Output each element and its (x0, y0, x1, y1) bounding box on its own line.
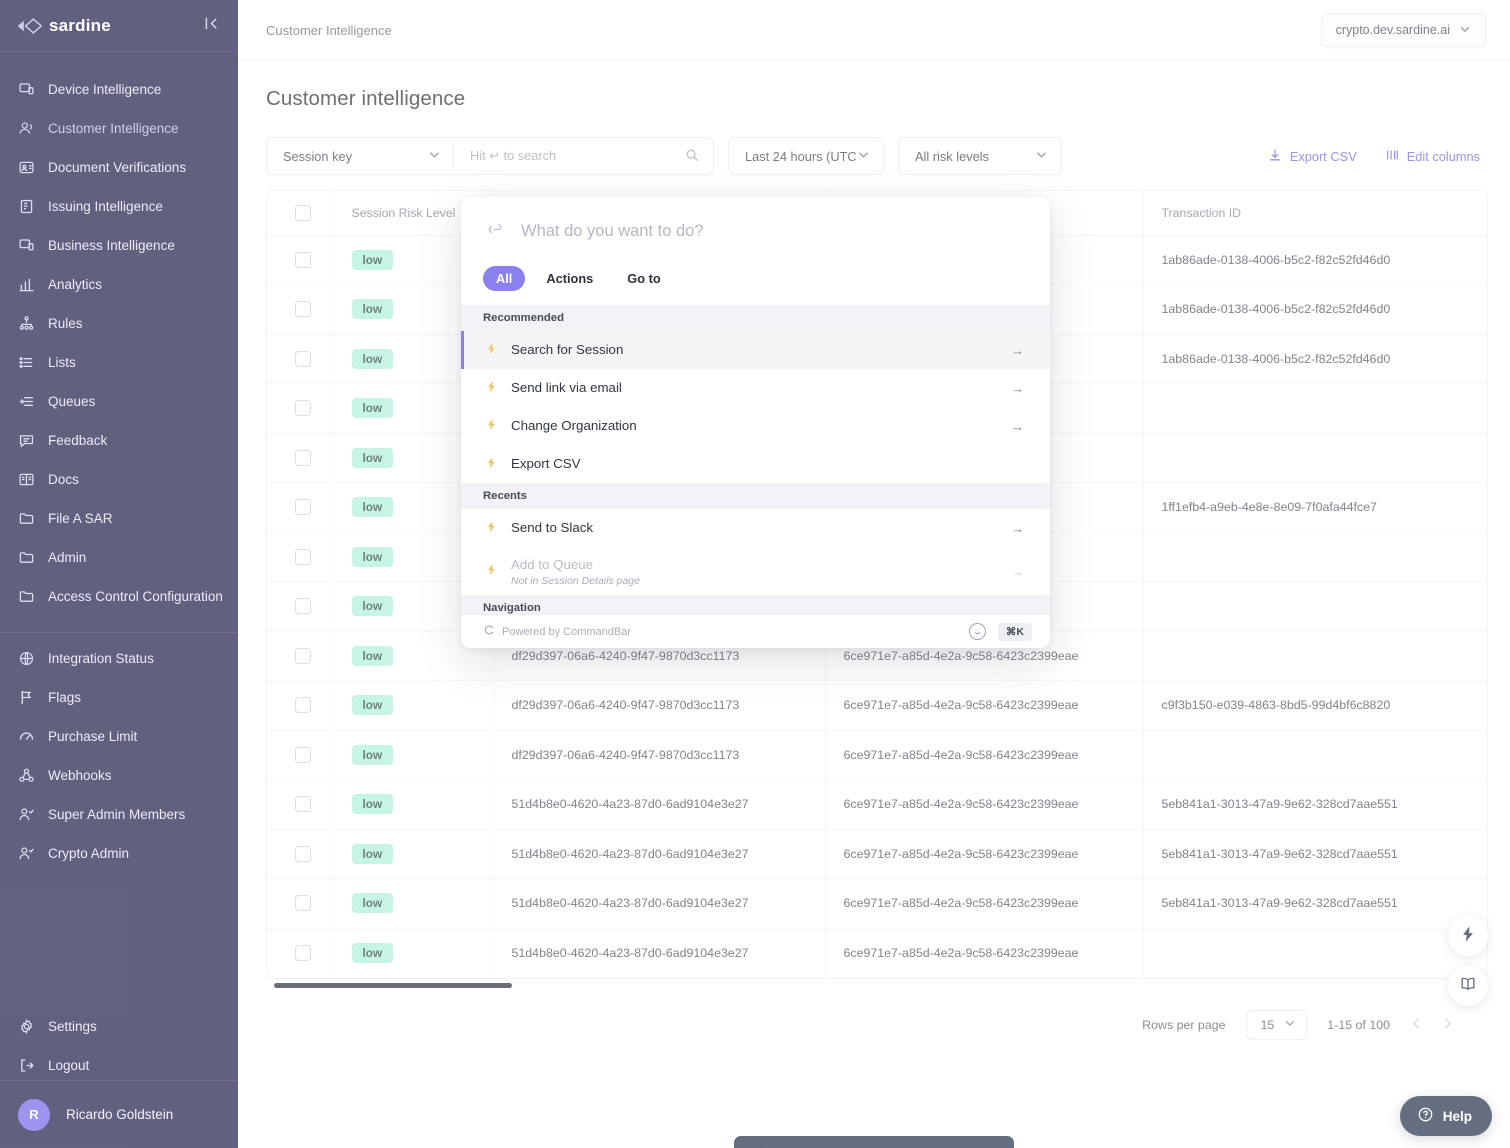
bolt-icon (483, 380, 499, 396)
app-root: sardine Device Intelligence Customer Int… (0, 0, 1510, 1148)
command-palette-item[interactable]: Send link via email → (461, 369, 1050, 407)
bolt-icon (483, 342, 499, 358)
bolt-icon (483, 456, 499, 472)
command-palette-section-header: Recents (461, 483, 1050, 509)
command-palette-item: Add to Queue Not in Session Details page → (461, 547, 1050, 595)
arrow-right-icon: → (1011, 418, 1024, 434)
command-palette-item-text: Change Organization (511, 417, 637, 435)
command-palette-section-header: Navigation (461, 595, 1050, 614)
command-palette-item-text: Add to Queue Not in Session Details page (511, 556, 640, 587)
command-palette-tabs: All Actions Go to (461, 266, 1050, 305)
command-palette-footer-actions: ⌘K (968, 622, 1032, 641)
command-palette-item-text: Send to Slack (511, 519, 593, 537)
command-palette-input-row[interactable]: What do you want to do? (461, 197, 1050, 266)
command-palette-item[interactable]: Export CSV (461, 445, 1050, 483)
command-palette-results: Recommended Search for Session → Send link … (461, 305, 1050, 614)
command-palette-item-text: Export CSV (511, 455, 580, 473)
command-icon (487, 221, 504, 243)
arrow-right-icon: → (1011, 342, 1024, 358)
command-palette-section-header: Recommended (461, 305, 1050, 331)
smiley-icon[interactable] (968, 623, 986, 640)
tab-all[interactable]: All (483, 266, 526, 291)
commandbar-logo-icon (483, 624, 495, 639)
command-palette-footer: Powered by CommandBar ⌘K (461, 614, 1050, 648)
bolt-icon (483, 520, 499, 536)
arrow-right-icon: → (1011, 563, 1024, 579)
command-palette-input[interactable]: What do you want to do? (521, 222, 704, 241)
command-palette-item-label: Send link via email (511, 380, 622, 395)
command-palette-item-text: Send link via email (511, 379, 622, 397)
command-palette-item[interactable]: Change Organization → (461, 407, 1050, 445)
command-palette-item-label: Change Organization (511, 418, 637, 433)
shortcut-badge: ⌘K (997, 622, 1032, 641)
tab-go-to[interactable]: Go to (614, 266, 673, 291)
command-palette-item[interactable]: Send to Slack → (461, 509, 1050, 547)
command-palette-item[interactable]: Search for Session → (461, 331, 1050, 369)
command-palette-item-sublabel: Not in Session Details page (511, 574, 640, 587)
command-palette-item-label: Add to Queue (511, 556, 594, 572)
command-palette-item-label: Search for Session (511, 342, 624, 357)
command-palette-item-label: Export CSV (511, 456, 581, 471)
command-palette-item-label: Send to Slack (511, 520, 594, 535)
command-palette-item-text: Search for Session (511, 341, 623, 359)
powered-by-label: Powered by CommandBar (502, 625, 632, 638)
bolt-icon (483, 563, 499, 579)
tab-actions[interactable]: Actions (533, 266, 606, 291)
bolt-icon (483, 418, 499, 434)
arrow-right-icon: → (1011, 520, 1024, 536)
command-palette: What do you want to do? All Actions Go t… (461, 197, 1050, 648)
arrow-right-icon: → (1011, 380, 1024, 396)
